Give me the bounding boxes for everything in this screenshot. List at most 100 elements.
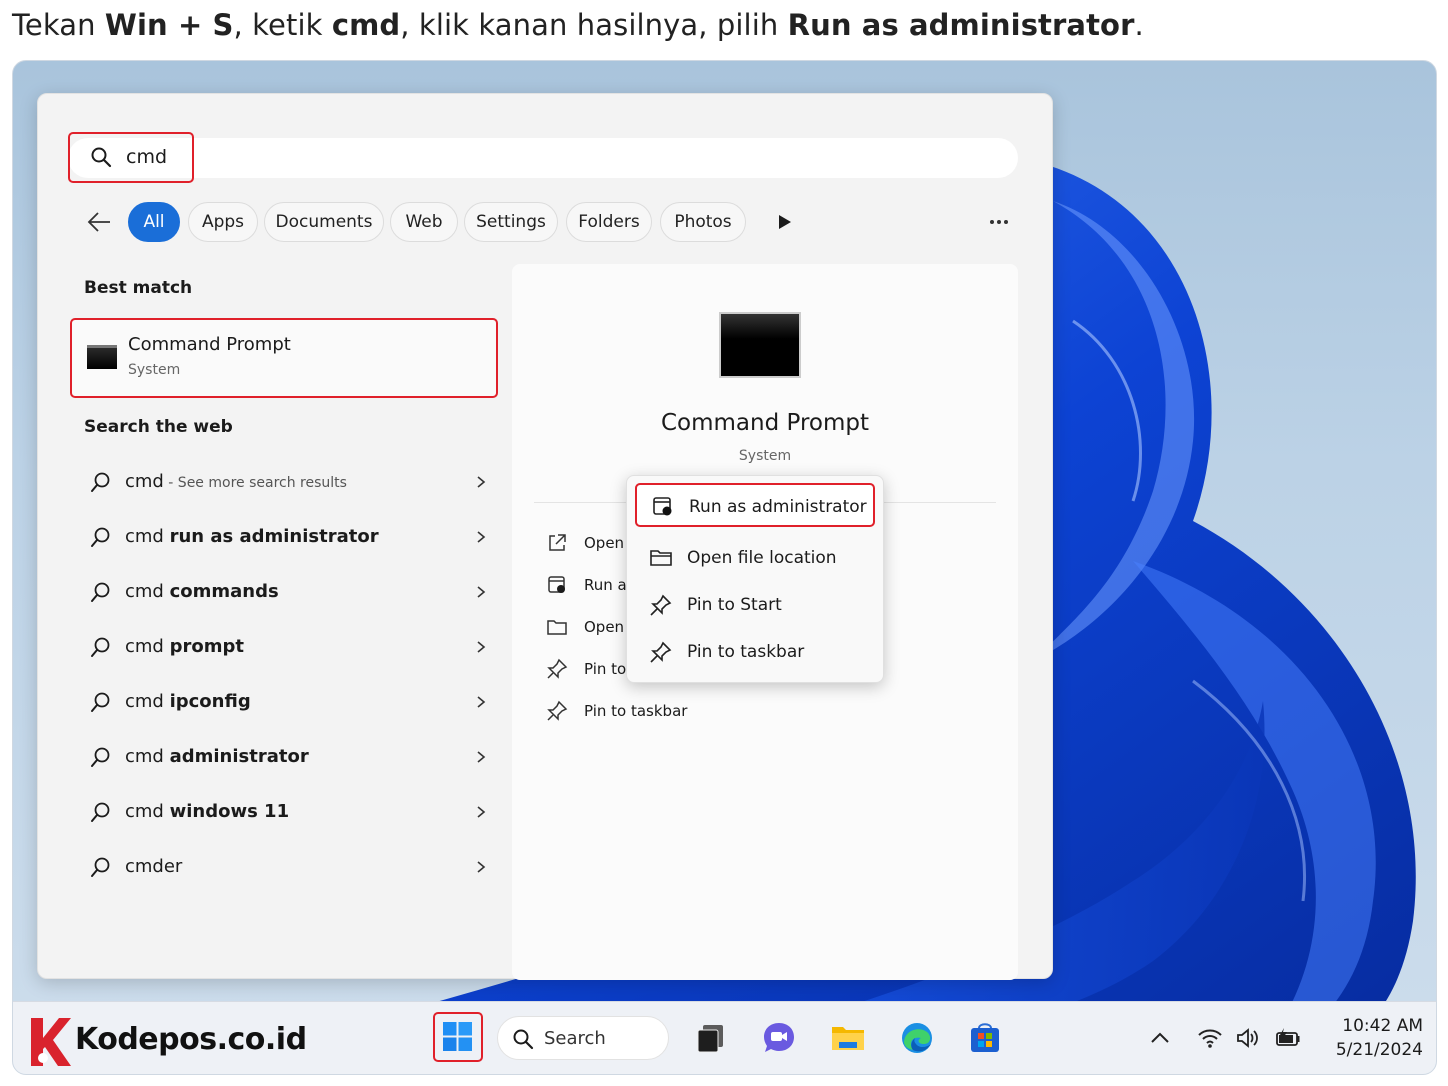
windows-start-icon[interactable]: [442, 1021, 473, 1052]
filter-tab-apps[interactable]: Apps: [188, 202, 258, 242]
search-box[interactable]: [68, 138, 1018, 178]
web-result-label: cmd prompt: [125, 636, 244, 657]
search-icon: [91, 857, 110, 877]
chevron-right-icon: [477, 806, 486, 818]
more-options-icon[interactable]: [984, 212, 1014, 232]
best-match-name: Command Prompt: [128, 334, 291, 355]
logo-text: Kodepos.co.id: [75, 1022, 307, 1057]
action-label: Open: [584, 534, 625, 552]
chevron-right-icon: [477, 861, 486, 873]
search-input[interactable]: cmd: [126, 146, 167, 168]
best-match-result[interactable]: Command Prompt System: [70, 318, 498, 398]
search-icon: [91, 692, 110, 712]
caption-part: , klik kanan hasilnya, pilih: [400, 8, 788, 42]
menu-item-label: Pin to Start: [687, 595, 782, 615]
menu-item-label: Open file location: [687, 548, 837, 568]
menu-item-pin-to-start[interactable]: Pin to Start: [635, 583, 875, 627]
back-arrow-icon[interactable]: [86, 210, 112, 234]
web-result-item[interactable]: cmd commands: [78, 571, 488, 615]
open-external-icon: [549, 534, 566, 551]
context-menu: Run as administrator Open file location …: [626, 475, 884, 683]
action-label: Pin to: [584, 660, 627, 678]
clock-time: 10:42 AM: [1342, 1016, 1423, 1036]
shield-window-icon: [653, 497, 672, 516]
pin-icon: [547, 658, 568, 679]
filter-tab-documents[interactable]: Documents: [264, 202, 384, 242]
wifi-icon[interactable]: [1197, 1026, 1223, 1050]
teams-chat-icon[interactable]: [761, 1020, 797, 1056]
menu-item-open-file-location[interactable]: Open file location: [635, 536, 875, 580]
chevron-right-icon: [477, 531, 486, 543]
caption-part: .: [1134, 8, 1144, 42]
search-icon: [513, 1029, 534, 1050]
chevron-right-icon: [477, 751, 486, 763]
microsoft-store-icon[interactable]: [967, 1020, 1003, 1056]
search-icon: [91, 582, 110, 602]
filter-tab-settings[interactable]: Settings: [464, 202, 558, 242]
web-result-suggestion: windows 11: [169, 801, 290, 822]
file-explorer-icon[interactable]: [830, 1020, 866, 1056]
chevron-right-icon: [477, 586, 486, 598]
web-result-item[interactable]: cmd windows 11: [78, 791, 488, 835]
system-clock[interactable]: 10:42 AM 5/21/2024: [1313, 1014, 1423, 1062]
search-icon: [91, 472, 110, 492]
web-result-label: cmd ipconfig: [125, 691, 251, 712]
web-result-item[interactable]: cmder: [78, 846, 488, 890]
menu-item-run-as-administrator[interactable]: Run as administrator: [635, 483, 875, 527]
best-match-heading: Best match: [84, 278, 193, 298]
web-result-item[interactable]: cmd run as administrator: [78, 516, 488, 560]
web-result-item[interactable]: cmd - See more search results: [78, 461, 488, 505]
web-result-item[interactable]: cmd administrator: [78, 736, 488, 780]
taskbar-search-box[interactable]: Search: [497, 1016, 669, 1060]
site-logo: Kodepos.co.id: [27, 1014, 307, 1070]
search-web-heading: Search the web: [84, 417, 233, 437]
filter-tab-folders[interactable]: Folders: [566, 202, 652, 242]
chevron-up-icon[interactable]: [1147, 1026, 1173, 1050]
web-result-label: cmd run as administrator: [125, 526, 379, 547]
web-result-label: cmder: [125, 856, 182, 877]
caption-bold: Win + S: [104, 8, 234, 42]
volume-icon[interactable]: [1235, 1026, 1261, 1050]
folder-icon: [547, 620, 567, 635]
preview-app-name: Command Prompt: [660, 410, 870, 436]
search-icon: [91, 637, 110, 657]
web-result-suggestion: run as administrator: [169, 526, 379, 547]
caption-part: Tekan: [12, 8, 105, 42]
web-result-item[interactable]: cmd prompt: [78, 626, 488, 670]
filter-tab-photos[interactable]: Photos: [660, 202, 746, 242]
action-pin-to-taskbar[interactable]: Pin to taskbar: [546, 696, 846, 726]
web-result-hint: - See more search results: [163, 475, 347, 491]
search-icon: [91, 802, 110, 822]
web-result-prefix: cmd: [125, 746, 170, 767]
menu-item-label: Pin to taskbar: [687, 642, 805, 662]
web-result-suggestion: administrator: [169, 746, 309, 767]
web-result-prefix: cmd: [125, 636, 170, 657]
pin-icon: [650, 641, 672, 663]
action-label: Open: [584, 618, 625, 636]
caption-part: , ketik: [233, 8, 332, 42]
kodepos-k-logo-icon: [31, 1018, 71, 1066]
web-result-suggestion: commands: [169, 581, 279, 602]
web-result-prefix: cmd: [125, 471, 164, 492]
start-button-highlight: [433, 1012, 483, 1062]
menu-item-pin-to-taskbar[interactable]: Pin to taskbar: [635, 630, 875, 674]
play-more-filters-icon[interactable]: [776, 212, 794, 232]
edge-browser-icon[interactable]: [899, 1020, 935, 1056]
menu-item-label: Run as administrator: [689, 497, 867, 517]
web-result-suggestion: prompt: [169, 636, 244, 657]
web-result-label: cmd administrator: [125, 746, 309, 767]
battery-charging-icon[interactable]: [1275, 1026, 1301, 1050]
taskbar: Kodepos.co.id Search 10:42 AM 5/21/2024: [13, 1001, 1436, 1074]
web-result-label: cmd commands: [125, 581, 279, 602]
action-label: Pin to taskbar: [584, 702, 688, 720]
filter-bar: All Apps Documents Web Settings Folders …: [78, 200, 1018, 244]
instruction-caption: Tekan Win + S, ketik cmd, klik kanan has…: [12, 8, 1144, 42]
web-result-suggestion: ipconfig: [169, 691, 251, 712]
web-result-label: cmd windows 11: [125, 801, 289, 822]
filter-tab-all[interactable]: All: [128, 202, 180, 242]
filter-tab-web[interactable]: Web: [390, 202, 458, 242]
chevron-right-icon: [477, 696, 486, 708]
task-view-icon[interactable]: [693, 1020, 729, 1056]
web-result-item[interactable]: cmd ipconfig: [78, 681, 488, 725]
best-match-type: System: [128, 362, 181, 378]
